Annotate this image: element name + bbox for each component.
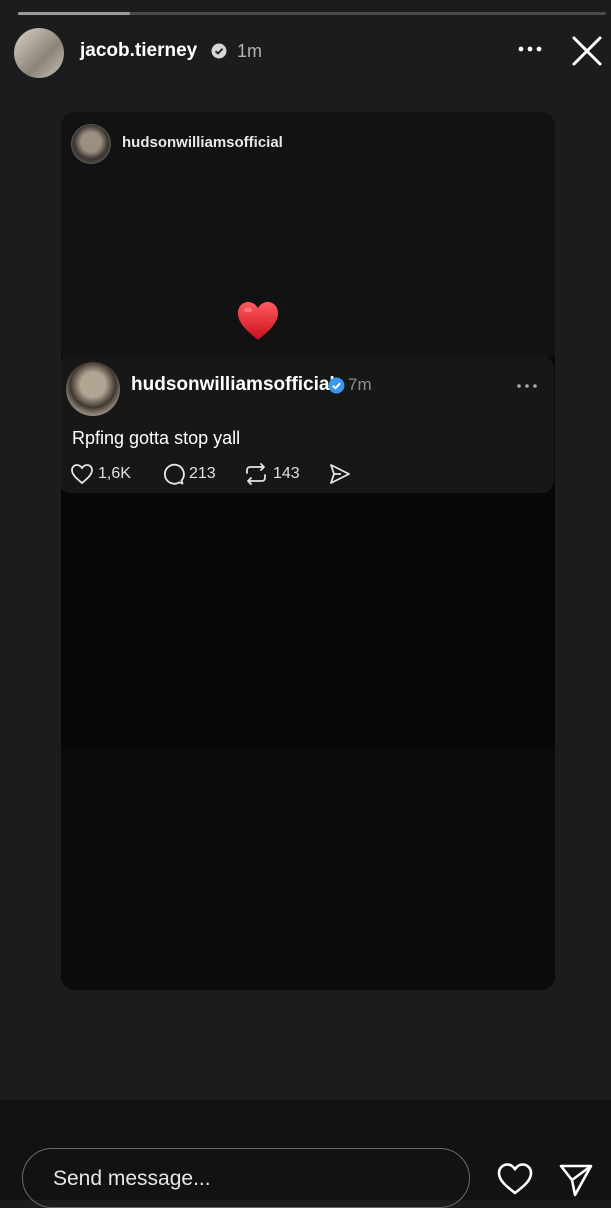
like-story-heart-icon[interactable] [496,1162,534,1196]
reply-action[interactable]: 213 [161,462,216,486]
story-progress-fill [18,12,130,15]
thread-more-icon[interactable] [515,381,539,391]
story-username[interactable]: jacob.tierney [80,40,197,62]
verified-icon [211,43,227,59]
more-options-icon[interactable] [516,40,544,58]
like-count: 1,6K [98,465,131,482]
send-message-input[interactable]: Send message... [22,1148,470,1208]
repost-icon [246,463,266,485]
story-avatar[interactable] [14,28,64,78]
like-action[interactable]: 1,6K [70,462,131,486]
send-icon [330,464,350,484]
thread-avatar[interactable] [66,362,120,416]
share-story-send-icon[interactable] [558,1162,594,1198]
shared-post-card[interactable]: hudsonwilliamsofficial hudsonwilliamsoff… [61,112,555,990]
thread-username[interactable]: hudsonwilliamsofficial [131,374,335,396]
heart-emoji-icon [238,302,278,340]
thread-time: 7m [348,375,372,394]
story-progress-track [18,12,606,15]
story-header: jacob.tierney 1m [0,22,611,78]
shared-post-avatar [71,124,111,164]
shared-post-top: hudsonwilliamsofficial [61,112,555,357]
heart-icon [71,464,93,485]
story-time: 1m [237,41,263,61]
repost-action[interactable]: 143 [243,462,300,486]
thread-post[interactable]: hudsonwilliamsofficial 7m Rpfing gotta s… [61,356,554,493]
repost-count: 143 [273,465,300,482]
close-icon[interactable] [568,32,606,70]
shared-post-bottom [61,746,555,990]
comment-icon [163,463,185,485]
message-bar: Send message... [0,1100,611,1208]
thread-text: Rpfing gotta stop yall [72,428,241,448]
share-action[interactable] [328,462,352,486]
send-message-placeholder: Send message... [53,1167,211,1190]
thread-verified-icon [328,377,345,394]
shared-post-username: hudsonwilliamsofficial [122,134,283,151]
reply-count: 213 [189,465,216,482]
